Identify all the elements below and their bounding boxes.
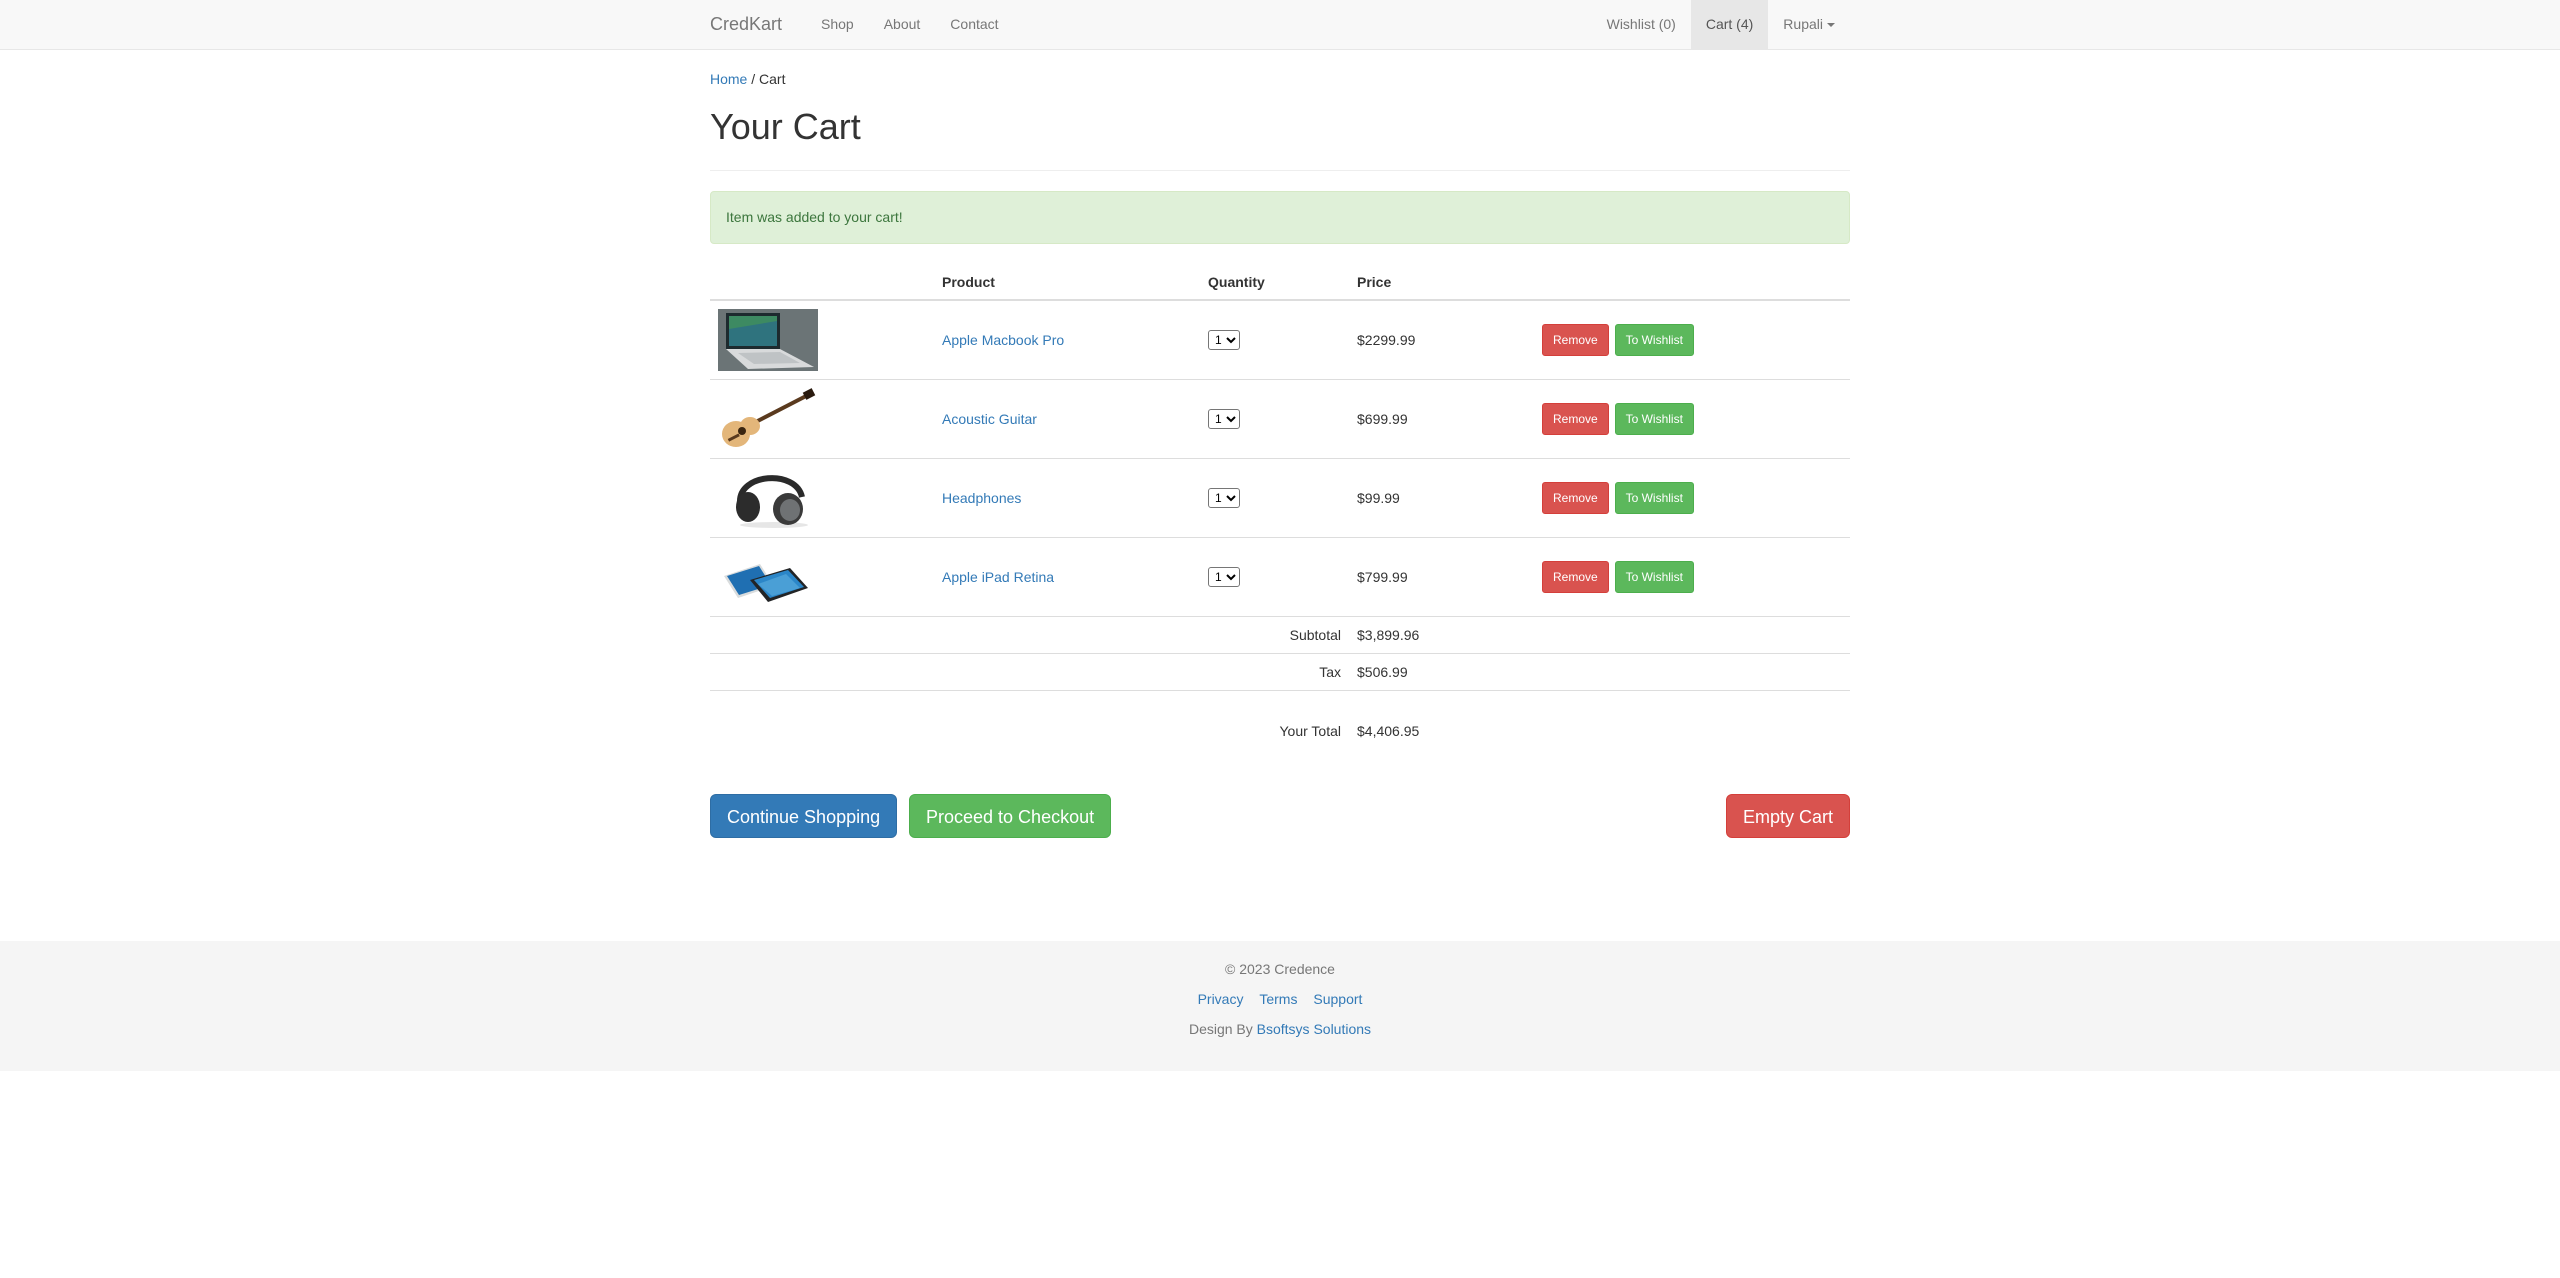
header-price: Price [1349, 264, 1534, 301]
navbar-container: CredKart Shop About Contact Wishlist (0)… [710, 0, 1850, 49]
empty-cart-button[interactable]: Empty Cart [1725, 794, 1850, 838]
quantity-select[interactable]: 1 [1208, 567, 1240, 587]
to-wishlist-button[interactable]: To Wishlist [1614, 403, 1694, 435]
cart-table: Product Quantity Price Apple Macbook Pro… [710, 264, 1850, 771]
quantity-select[interactable]: 1 [1208, 488, 1240, 508]
success-alert: Item was added to your cart! [710, 191, 1850, 244]
footer-link-support[interactable]: Support [1313, 991, 1362, 1007]
product-image-cell [710, 458, 934, 538]
designer-link[interactable]: Bsoftsys Solutions [1257, 1021, 1371, 1037]
row-actions: Remove To Wishlist [1534, 300, 1850, 380]
footer-copyright: © 2023 Credence [1225, 961, 1335, 977]
row-actions: Remove To Wishlist [1534, 379, 1850, 459]
nav-cart[interactable]: Cart (4) [1690, 0, 1769, 49]
page-title: Your Cart [710, 106, 861, 147]
quantity-select[interactable]: 1 [1208, 409, 1240, 429]
laptop-image[interactable] [718, 309, 818, 371]
subtotal-label: Subtotal [1200, 616, 1349, 654]
brand-logo[interactable]: CredKart [710, 14, 782, 35]
product-image-cell [710, 300, 934, 380]
tax-row: Tax $506.99 [710, 653, 1850, 691]
to-wishlist-button[interactable]: To Wishlist [1614, 324, 1694, 356]
nav-contact[interactable]: Contact [935, 0, 1013, 49]
header-divider [710, 170, 1850, 171]
row-actions: Remove To Wishlist [1534, 458, 1850, 538]
footer-credit: Design By Bsoftsys Solutions [0, 1021, 2560, 1037]
footer-link-privacy[interactable]: Privacy [1198, 991, 1244, 1007]
nav-links: Shop About Contact [806, 0, 1014, 49]
header-product: Product [934, 264, 1200, 301]
header-quantity: Quantity [1200, 264, 1349, 301]
total-value: $4,406.95 [1357, 723, 1420, 739]
table-header-row: Product Quantity Price [710, 264, 1850, 301]
user-menu[interactable]: Rupali [1768, 0, 1850, 49]
breadcrumb-separator: / [751, 71, 756, 87]
product-link[interactable]: Apple iPad Retina [942, 569, 1054, 585]
guitar-image[interactable] [718, 388, 818, 450]
tablet-image[interactable] [718, 546, 818, 608]
breadcrumb-home[interactable]: Home [710, 71, 747, 87]
proceed-to-checkout-button[interactable]: Proceed to Checkout [909, 794, 1112, 838]
breadcrumb: Home / Cart [710, 71, 785, 87]
product-link[interactable]: Acoustic Guitar [942, 411, 1037, 427]
remove-button[interactable]: Remove [1542, 403, 1609, 435]
to-wishlist-button[interactable]: To Wishlist [1614, 482, 1694, 514]
tax-value: $506.99 [1349, 653, 1534, 691]
headphones-image[interactable] [718, 467, 818, 529]
navbar: CredKart Shop About Contact Wishlist (0)… [0, 0, 2560, 50]
tax-label: Tax [1200, 653, 1349, 691]
product-link[interactable]: Apple Macbook Pro [942, 332, 1064, 348]
product-image-cell [710, 379, 934, 459]
product-price: $99.99 [1349, 458, 1534, 538]
breadcrumb-current: Cart [759, 71, 786, 87]
total-label: Your Total [1279, 723, 1342, 739]
subtotal-value: $3,899.96 [1349, 616, 1534, 654]
quantity-select[interactable]: 1 [1208, 330, 1240, 350]
footer-link-terms[interactable]: Terms [1259, 991, 1297, 1007]
total-row: Your Total $4,406.95 [710, 691, 1850, 772]
table-row: Apple iPad Retina 1 $799.99 Remove To Wi… [710, 537, 1850, 617]
product-price: $2299.99 [1349, 300, 1534, 380]
table-row: Headphones 1 $99.99 Remove To Wishlist [710, 458, 1850, 538]
footer-links: Privacy Terms Support [0, 991, 2560, 1007]
header-image [710, 264, 934, 301]
design-by-label: Design By [1188, 1021, 1253, 1037]
remove-button[interactable]: Remove [1542, 561, 1609, 593]
subtotal-row: Subtotal $3,899.96 [710, 616, 1850, 654]
remove-button[interactable]: Remove [1542, 482, 1609, 514]
header-actions [1534, 264, 1850, 301]
product-image-cell [710, 537, 934, 617]
nav-shop[interactable]: Shop [806, 0, 869, 49]
footer: © 2023 Credence Privacy Terms Support De… [0, 941, 2560, 1071]
to-wishlist-button[interactable]: To Wishlist [1614, 561, 1694, 593]
table-row: Apple Macbook Pro 1 $2299.99 Remove To W… [710, 300, 1850, 380]
table-row: Acoustic Guitar 1 $699.99 Remove To Wish… [710, 379, 1850, 459]
product-price: $699.99 [1349, 379, 1534, 459]
nav-about[interactable]: About [869, 0, 936, 49]
nav-right: Wishlist (0) Cart (4) Rupali [1592, 0, 1850, 49]
product-price: $799.99 [1349, 537, 1534, 617]
remove-button[interactable]: Remove [1542, 324, 1609, 356]
product-link[interactable]: Headphones [942, 490, 1021, 506]
caret-down-icon [1827, 23, 1835, 28]
continue-shopping-button[interactable]: Continue Shopping [710, 794, 898, 838]
user-name: Rupali [1783, 16, 1823, 32]
nav-wishlist[interactable]: Wishlist (0) [1592, 0, 1691, 49]
row-actions: Remove To Wishlist [1534, 537, 1850, 617]
